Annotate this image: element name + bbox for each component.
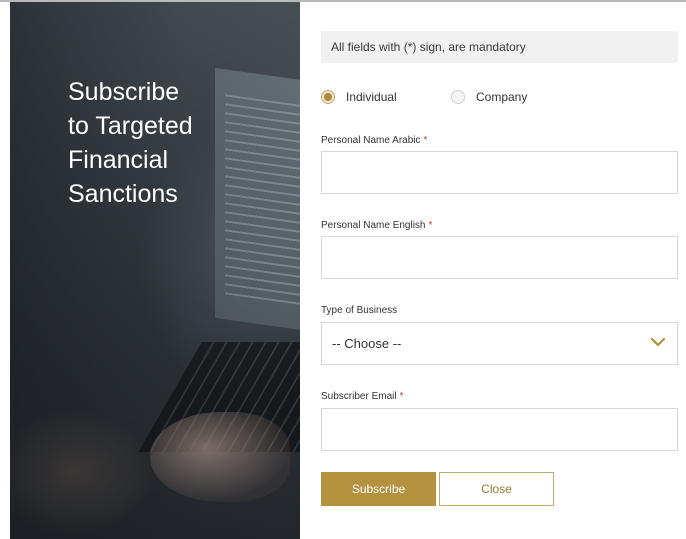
hero-panel: Subscribe to Targeted Financial Sanction…: [10, 2, 300, 539]
business-type-label: Type of Business: [321, 305, 398, 316]
radio-company-label: Company: [476, 90, 528, 104]
email-label-text: Subscriber Email: [321, 391, 397, 402]
subscription-form: All fields with (*) sign, are mandatory …: [321, 31, 678, 506]
radio-selected-icon[interactable]: [321, 90, 335, 104]
hero-title-line: Financial: [68, 146, 169, 174]
hero-title: Subscribe to Targeted Financial Sanction…: [68, 75, 268, 211]
required-mark: *: [399, 391, 404, 402]
radio-individual[interactable]: Individual: [321, 88, 397, 106]
subscribe-button[interactable]: Subscribe: [321, 472, 436, 506]
hero-title-line: Subscribe: [68, 78, 180, 106]
email-input[interactable]: [321, 408, 678, 451]
radio-unselected-icon[interactable]: [451, 90, 465, 104]
mandatory-notice: All fields with (*) sign, are mandatory: [321, 31, 678, 63]
close-button[interactable]: Close: [439, 472, 554, 506]
radio-individual-label: Individual: [346, 90, 397, 104]
required-mark: *: [428, 220, 433, 231]
name-arabic-input[interactable]: [321, 151, 678, 194]
radio-company[interactable]: Company: [451, 88, 527, 106]
hero-title-line: Sanctions: [68, 180, 178, 208]
name-english-label: Personal Name English *: [321, 220, 432, 231]
hero-title-line: to Targeted: [68, 112, 193, 140]
name-english-input[interactable]: [321, 236, 678, 279]
subscribe-modal: Subscribe to Targeted Financial Sanction…: [0, 0, 686, 539]
email-label: Subscriber Email *: [321, 391, 404, 402]
business-type-select[interactable]: -- Choose --: [321, 322, 678, 365]
business-type-selected-value: -- Choose --: [332, 336, 402, 351]
name-arabic-label-text: Personal Name Arabic: [321, 135, 421, 146]
name-english-label-text: Personal Name English: [321, 220, 426, 231]
required-mark: *: [423, 135, 428, 146]
chevron-down-icon: [651, 337, 665, 347]
name-arabic-label: Personal Name Arabic *: [321, 135, 427, 146]
